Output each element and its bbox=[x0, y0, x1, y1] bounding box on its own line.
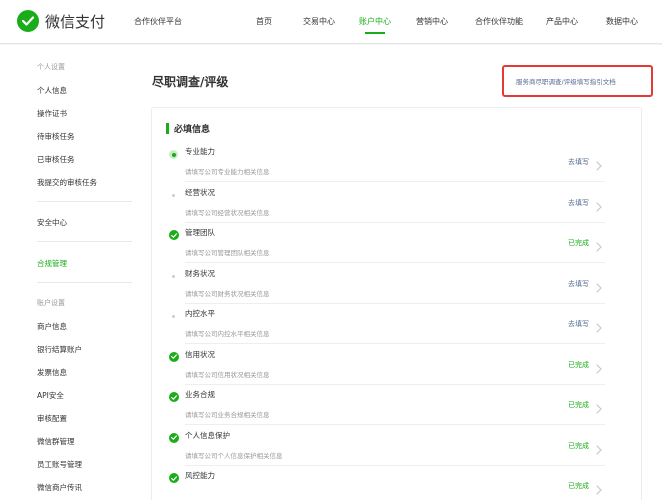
current-step-icon bbox=[169, 150, 178, 159]
checklist-row[interactable]: 专业能力请填写公司专业能力相关信息 去填写 bbox=[152, 142, 643, 182]
sidebar-group-account: 账户设置 bbox=[37, 299, 65, 307]
completed-status-link[interactable]: 已完成 bbox=[568, 238, 589, 248]
guide-doc-link[interactable]: 服务商尽职调查/评级填写指引文档 bbox=[516, 76, 616, 86]
completed-status-link[interactable]: 已完成 bbox=[568, 400, 589, 410]
checklist-row[interactable]: 财务状况请填写公司财务状况相关信息 去填写 bbox=[152, 264, 643, 304]
chevron-right-icon[interactable] bbox=[595, 399, 603, 414]
row-title: 经营状况 bbox=[185, 187, 215, 197]
nav-partner-functions[interactable]: 合作伙伴功能 bbox=[475, 16, 523, 27]
sidebar-item-review-config[interactable]: 审核配置 bbox=[37, 413, 67, 424]
chevron-right-icon[interactable] bbox=[595, 480, 603, 495]
section-accent-bar bbox=[166, 123, 169, 134]
page-title: 尽职调查/评级 bbox=[152, 75, 229, 89]
top-bar: 微信支付 合作伙伴平台 首页 交易中心 账户中心 营销中心 合作伙伴功能 产品中… bbox=[0, 0, 662, 44]
main-panel: 尽职调查/评级 服务商尽职调查/评级填写指引文档 必填信息 专业能力请填写公司专… bbox=[140, 45, 662, 500]
check-circle-icon bbox=[169, 230, 179, 240]
chevron-right-icon[interactable] bbox=[595, 197, 603, 212]
guide-link-highlight: 服务商尽职调查/评级填写指引文档 bbox=[502, 65, 653, 97]
nav-marketing[interactable]: 营销中心 bbox=[416, 16, 448, 27]
sidebar-item-invoice[interactable]: 发票信息 bbox=[37, 367, 67, 378]
check-circle-icon bbox=[169, 392, 179, 402]
row-title: 专业能力 bbox=[185, 147, 215, 156]
brand-logo[interactable]: 微信支付 bbox=[17, 10, 105, 32]
sidebar-divider bbox=[37, 282, 132, 283]
chevron-right-icon[interactable] bbox=[595, 278, 603, 293]
nav-home[interactable]: 首页 bbox=[256, 16, 272, 27]
platform-name: 合作伙伴平台 bbox=[134, 17, 182, 26]
row-description: 请填写公司经营状况相关信息 bbox=[185, 208, 270, 217]
sidebar-item-bank-account[interactable]: 银行结算账户 bbox=[37, 344, 82, 355]
fill-in-link[interactable]: 去填写 bbox=[568, 198, 589, 208]
fill-in-link[interactable]: 去填写 bbox=[568, 279, 589, 289]
sidebar-item-my-submitted[interactable]: 我提交的审核任务 bbox=[37, 177, 97, 188]
row-description: 请填写公司信用状况相关信息 bbox=[185, 370, 270, 379]
row-description: 请填写公司财务状况相关信息 bbox=[185, 289, 270, 298]
chevron-right-icon[interactable] bbox=[595, 359, 603, 374]
sidebar: 个人设置 个人信息 操作证书 待审核任务 已审核任务 我提交的审核任务 安全中心… bbox=[0, 45, 140, 500]
sidebar-divider bbox=[37, 241, 132, 242]
sidebar-item-reviewed[interactable]: 已审核任务 bbox=[37, 154, 75, 165]
fill-in-link[interactable]: 去填写 bbox=[568, 319, 589, 329]
sidebar-item-compliance[interactable]: 合规管理 bbox=[37, 258, 67, 269]
check-circle-icon bbox=[169, 351, 179, 362]
row-title: 风控能力 bbox=[185, 471, 215, 480]
row-title: 内控水平 bbox=[185, 309, 215, 318]
row-description: 请填写公司个人信息保护相关信息 bbox=[185, 451, 283, 460]
check-circle-icon bbox=[169, 473, 179, 483]
pending-dot-icon bbox=[172, 274, 175, 278]
check-circle-icon bbox=[169, 432, 179, 443]
row-title: 个人信息保护 bbox=[185, 430, 230, 440]
row-description: 请填写公司内控水平相关信息 bbox=[185, 330, 270, 338]
checklist-row[interactable]: 风控能力已完成 bbox=[152, 466, 643, 500]
checklist-row[interactable]: 内控水平请填写公司内控水平相关信息 去填写 bbox=[152, 304, 643, 344]
section-title: 必填信息 bbox=[174, 125, 211, 135]
brand-name: 微信支付 bbox=[45, 12, 106, 31]
checklist-row[interactable]: 业务合规请填写公司业务合规相关信息 已完成 bbox=[152, 385, 643, 425]
completed-status-link[interactable]: 已完成 bbox=[568, 481, 589, 491]
nav-active-underline bbox=[365, 32, 385, 34]
sidebar-item-pending-review[interactable]: 待审核任务 bbox=[37, 131, 75, 142]
required-info-card: 必填信息 专业能力 请填写公司专业能力相关信息 去填写 经营状况 请填写公司经营状况相关… bbox=[151, 107, 642, 500]
row-title: 管理团队 bbox=[185, 228, 215, 237]
nav-products[interactable]: 产品中心 bbox=[546, 16, 578, 27]
checklist-row[interactable]: 管理团队请填写公司管理团队相关信息 已完成 bbox=[152, 223, 643, 263]
wechat-pay-logo-icon bbox=[17, 10, 39, 32]
sidebar-item-certificate[interactable]: 操作证书 bbox=[37, 108, 67, 119]
chevron-right-icon[interactable] bbox=[595, 156, 603, 171]
completed-status-link[interactable]: 已完成 bbox=[568, 441, 589, 451]
row-description: 请填写公司业务合规相关信息 bbox=[185, 411, 270, 419]
checklist-row[interactable]: 信用状况请填写公司信用状况相关信息 已完成 bbox=[152, 345, 643, 385]
sidebar-item-staff-accounts[interactable]: 员工账号管理 bbox=[37, 459, 82, 470]
checklist-row[interactable]: 经营状况请填写公司经营状况相关信息 去填写 bbox=[152, 183, 643, 223]
sidebar-item-security[interactable]: 安全中心 bbox=[37, 217, 67, 228]
nav-data-center[interactable]: 数据中心 bbox=[606, 16, 638, 27]
sidebar-item-personal-info[interactable]: 个人信息 bbox=[37, 85, 67, 96]
sidebar-item-wechat-group[interactable]: 微信群管理 bbox=[37, 436, 75, 447]
chevron-right-icon[interactable] bbox=[595, 318, 603, 333]
sidebar-item-merchant-info[interactable]: 商户信息 bbox=[37, 321, 67, 332]
nav-transactions[interactable]: 交易中心 bbox=[303, 16, 335, 27]
sidebar-divider bbox=[37, 201, 132, 202]
chevron-right-icon[interactable] bbox=[595, 237, 603, 252]
row-title: 财务状况 bbox=[185, 268, 215, 278]
sidebar-item-merchant-messaging[interactable]: 微信商户传讯 bbox=[37, 482, 82, 493]
pending-dot-icon bbox=[172, 193, 175, 197]
row-title: 业务合规 bbox=[185, 390, 215, 399]
row-description: 请填写公司管理团队相关信息 bbox=[185, 249, 270, 257]
section-header: 必填信息 bbox=[166, 122, 210, 135]
completed-status-link[interactable]: 已完成 bbox=[568, 360, 589, 370]
checklist-row[interactable]: 个人信息保护请填写公司个人信息保护相关信息 已完成 bbox=[152, 426, 643, 466]
nav-account-center[interactable]: 账户中心 bbox=[359, 16, 391, 27]
row-description: 请填写公司专业能力相关信息 bbox=[185, 168, 270, 176]
sidebar-group-personal: 个人设置 bbox=[37, 63, 65, 71]
chevron-right-icon[interactable] bbox=[595, 440, 603, 455]
fill-in-link[interactable]: 去填写 bbox=[568, 157, 589, 167]
row-title: 信用状况 bbox=[185, 349, 215, 359]
pending-dot-icon bbox=[172, 315, 175, 318]
sidebar-item-api-security[interactable]: API安全 bbox=[37, 390, 64, 401]
